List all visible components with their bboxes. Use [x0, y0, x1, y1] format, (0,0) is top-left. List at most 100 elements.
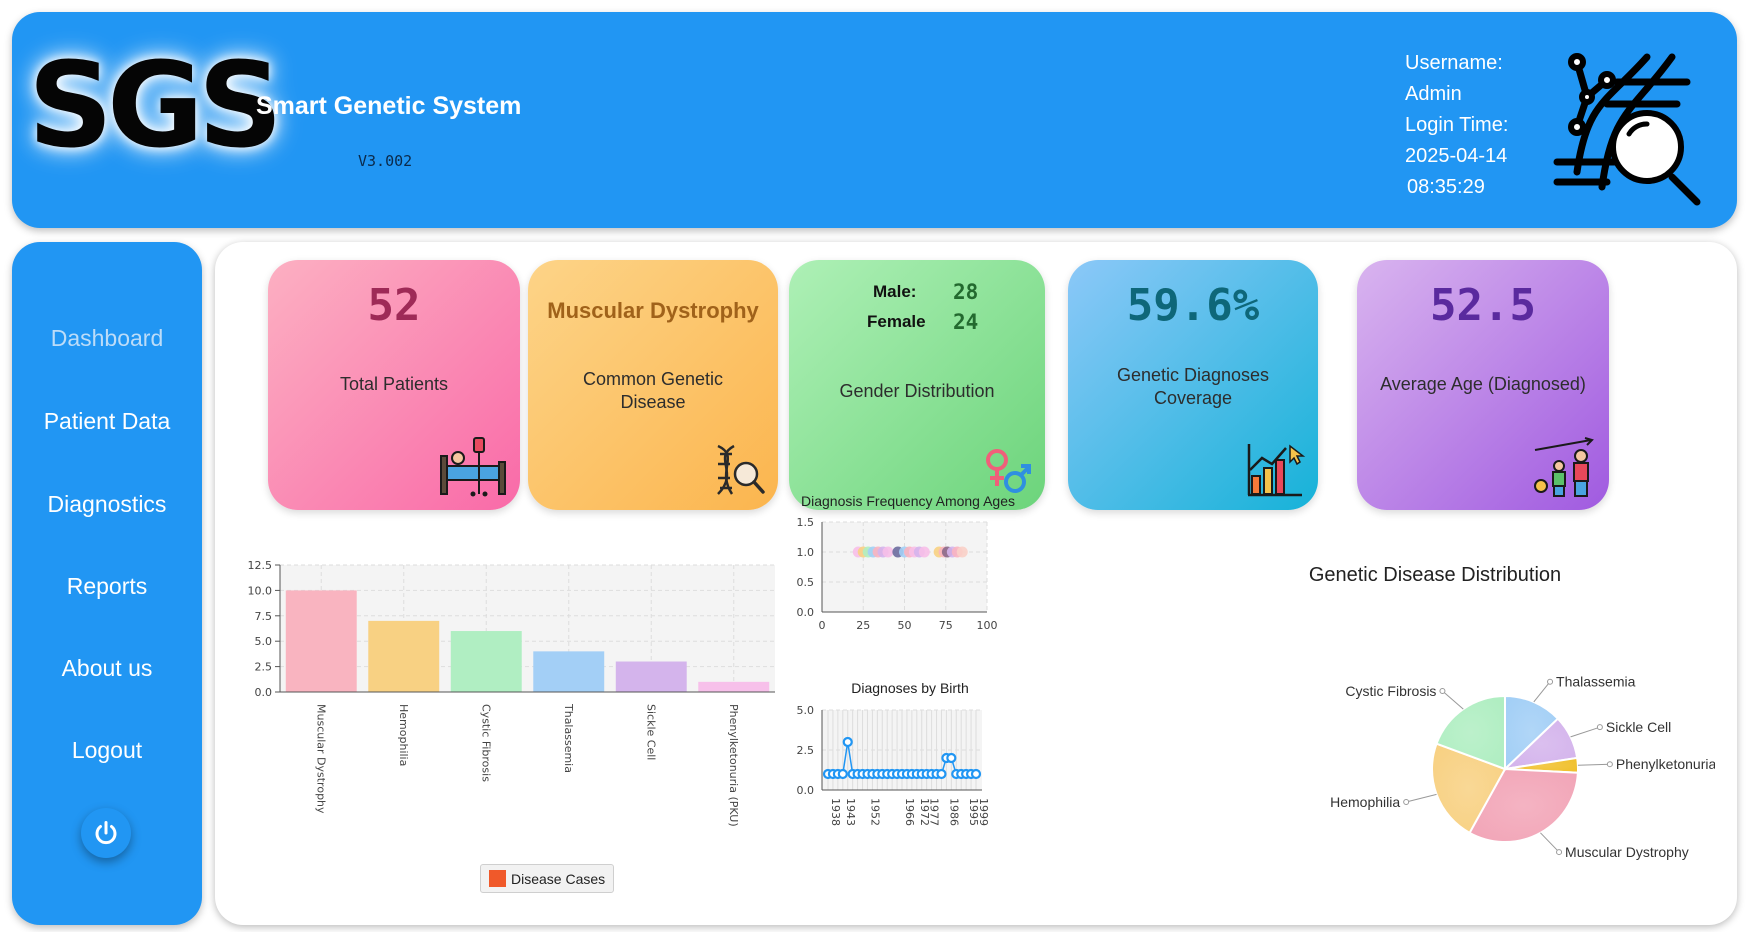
x-tick-label: Muscular Dystrophy [314, 704, 327, 814]
total-patients-card[interactable]: 52 Total Patients [268, 260, 520, 510]
x-tick-label: 1943 [844, 798, 857, 826]
dna-search-icon [1553, 53, 1701, 206]
common-disease-card[interactable]: Muscular Dystrophy Common Genetic Diseas… [528, 260, 778, 510]
bar[interactable] [533, 651, 605, 692]
sidebar-item-diagnostics[interactable]: Diagnostics [12, 491, 202, 518]
username-value: Admin [1405, 83, 1462, 105]
pie-label-dot [1556, 849, 1563, 856]
pie-label-line [1533, 681, 1551, 703]
male-label: Male: [873, 282, 917, 301]
bar[interactable] [285, 590, 357, 692]
pie-label-dot [1403, 798, 1410, 805]
average-age-value: 52.5 [1430, 280, 1536, 331]
scatter-chart-title: Diagnosis Frequency Among Ages [800, 493, 1015, 509]
y-tick-label: 2.5 [797, 744, 815, 757]
app-logo: SGS [28, 36, 283, 174]
total-patients-label: Total Patients [339, 374, 449, 394]
female-value: 24 [953, 310, 979, 334]
total-patients-value: 52 [367, 280, 421, 331]
power-icon [95, 821, 117, 845]
y-tick-label: 1.0 [797, 546, 815, 559]
x-tick-label: 25 [856, 619, 870, 632]
gender-distribution-card[interactable]: Male: 28 Female 24 Gender Distribution [789, 260, 1045, 510]
login-time-label: Login Time: [1405, 114, 1509, 136]
scatter-point[interactable] [918, 546, 930, 558]
pie-label-line [1442, 690, 1464, 710]
pie-slice-label: Cystic Fibrosis [1345, 683, 1436, 699]
coverage-card[interactable]: 59.6% Genetic Diagnoses Coverage [1068, 260, 1318, 510]
coverage-label: Genetic Diagnoses Coverage [1116, 365, 1270, 408]
age-growth-icon [1534, 437, 1594, 497]
line-point[interactable] [837, 768, 848, 780]
pie-slice-label: Hemophilia [1330, 794, 1400, 810]
line-point[interactable] [936, 768, 947, 780]
pie-label-line [1406, 793, 1437, 803]
app-version: V3.002 [358, 152, 413, 170]
age-scatter-chart: 0.0 0.5 1.0 1.5 0 25 50 75 100 [797, 516, 998, 632]
bar[interactable] [368, 620, 440, 692]
gender-distribution-label: Gender Distribution [839, 381, 995, 401]
user-info: Username: Admin Login Time: 2025-04-14 0… [1405, 48, 1508, 203]
y-tick-label: 7.5 [255, 610, 273, 623]
gender-icon [986, 449, 1031, 493]
disease-cases-bar-chart: 0.0 2.5 5.0 7.5 10.0 12.5 Muscular Dystrophy He… [248, 559, 775, 827]
x-tick-label: 1986 [947, 798, 960, 826]
average-age-card[interactable]: 52.5 Average Age (Diagnosed) [1357, 260, 1609, 510]
y-tick-label: 2.5 [255, 661, 273, 674]
common-disease-value: Muscular Dystrophy [547, 298, 759, 323]
sidebar-item-about-us[interactable]: About us [12, 655, 202, 682]
pie-label-dot [1547, 678, 1554, 685]
x-tick-label: Phenylketonuria (PKU) [727, 704, 740, 827]
y-tick-label: 5.0 [255, 635, 273, 648]
bar[interactable] [615, 661, 687, 692]
y-tick-label: 0.0 [255, 686, 273, 699]
disease-pie-chart: Thalassemia Sickle Cell Phenylketonuria (P… [1330, 674, 1715, 860]
pie-slice-label: Sickle Cell [1606, 719, 1671, 735]
growth-chart-icon [1247, 444, 1306, 497]
sidebar-item-logout[interactable]: Logout [12, 737, 202, 764]
bar[interactable] [698, 681, 770, 692]
line-point[interactable] [946, 752, 957, 764]
sidebar: Dashboard Patient Data Diagnostics Repor… [12, 242, 202, 925]
x-tick-label: 1999 [977, 798, 990, 826]
login-time-value: 08:35:29 [1407, 176, 1485, 198]
coverage-value: 59.6% [1126, 280, 1260, 331]
line-point[interactable] [842, 736, 853, 748]
x-tick-label: 100 [977, 619, 998, 632]
x-tick-label: Sickle Cell [644, 704, 657, 760]
scatter-point[interactable] [882, 546, 894, 558]
bar[interactable] [450, 631, 522, 692]
x-tick-label: Cystic Fibrosis [479, 704, 492, 782]
pie-label-line [1570, 726, 1601, 738]
x-tick-label: 50 [898, 619, 912, 632]
y-tick-label: 5.0 [797, 704, 815, 717]
y-tick-label: 12.5 [248, 559, 273, 572]
x-tick-label: 1938 [829, 798, 842, 826]
header-bar: SGS Smart Genetic System V3.002 Username… [12, 12, 1737, 228]
line-point[interactable] [970, 768, 982, 780]
pie-chart-title: Genetic Disease Distribution [1308, 564, 1562, 586]
pie-label-line [1540, 832, 1560, 853]
y-tick-label: 0.0 [797, 606, 815, 619]
pie-slice-label: Muscular Dystrophy [1565, 844, 1689, 860]
x-tick-label: 0 [819, 619, 826, 632]
dna-magnifier-icon [717, 444, 765, 495]
legend-swatch [489, 870, 506, 887]
scatter-point[interactable] [956, 546, 968, 558]
birth-line-chart: 0.02.55.01938 1943 1952 1966 19721977 1986 199… [797, 704, 991, 826]
x-tick-label: 75 [939, 619, 953, 632]
sidebar-item-reports[interactable]: Reports [12, 573, 202, 600]
sidebar-item-patient-data[interactable]: Patient Data [12, 408, 202, 435]
patient-bed-icon [440, 437, 506, 497]
pie-label-dot [1596, 724, 1603, 731]
x-tick-label: Hemophilia [397, 704, 410, 766]
pie-label-line [1577, 763, 1610, 766]
line-chart-title: Diagnoses by Birth [851, 680, 969, 696]
y-tick-label: 0.5 [797, 576, 815, 589]
female-label: Female [867, 312, 926, 331]
sidebar-item-dashboard[interactable]: Dashboard [12, 325, 202, 352]
legend-label: Disease Cases [511, 870, 606, 887]
bar-chart-legend: Disease Cases [480, 864, 615, 893]
power-button[interactable] [81, 808, 131, 858]
common-disease-label: Common Genetic Disease [582, 369, 724, 412]
